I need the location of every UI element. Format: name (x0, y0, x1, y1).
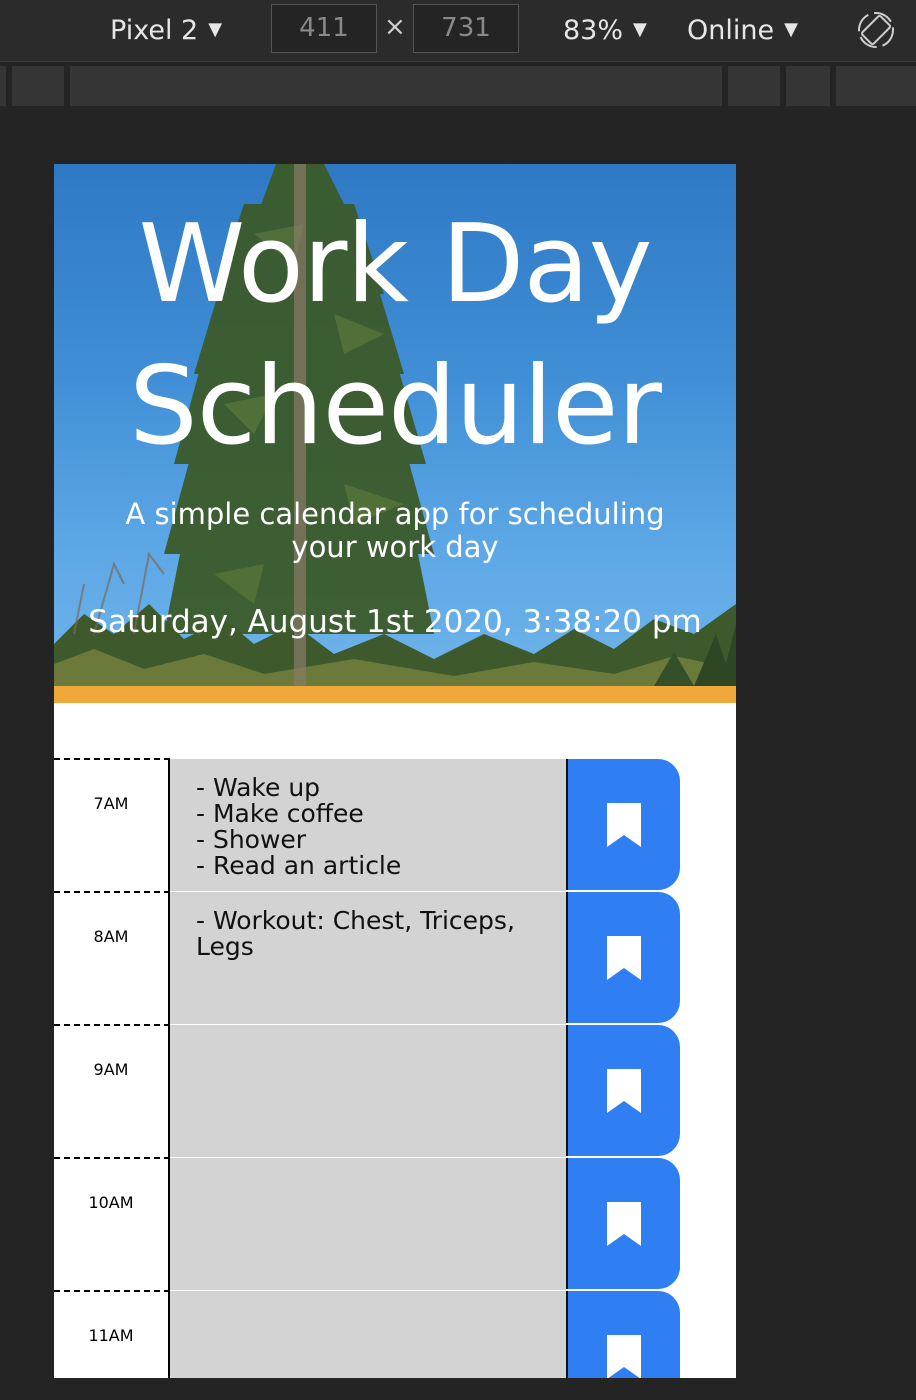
page-title-line-2: Scheduler (129, 344, 662, 469)
media-query-segment[interactable] (70, 66, 722, 106)
event-description-textarea[interactable] (170, 1157, 566, 1290)
hour-label: 9AM (54, 1024, 170, 1157)
bookmark-icon (607, 1334, 641, 1378)
chevron-down-icon: ▼ (784, 19, 798, 40)
jumbotron-header: Work Day Scheduler A simple calendar app… (54, 164, 736, 686)
media-query-segment[interactable] (0, 66, 6, 106)
hour-label: 8AM (54, 891, 170, 1024)
zoom-value: 83% (563, 15, 624, 46)
chevron-down-icon: ▼ (633, 19, 647, 40)
bookmark-icon (607, 1201, 641, 1246)
bookmark-icon (607, 802, 641, 847)
height-input[interactable]: 731 (413, 4, 519, 53)
event-description-textarea[interactable] (170, 1024, 566, 1157)
hour-label: 10AM (54, 1157, 170, 1290)
header-bottom-border (54, 686, 736, 703)
time-block-row: 10AM (54, 1157, 736, 1290)
media-query-segment[interactable] (728, 66, 780, 106)
time-block-row: 11AM (54, 1290, 736, 1378)
device-select[interactable]: Pixel 2 ▼ (110, 13, 222, 48)
time-block-row: 8AM - Workout: Chest, Triceps, Legs (54, 891, 736, 1024)
page-title: Work Day Scheduler (54, 194, 736, 478)
network-throttle-select[interactable]: Online ▼ (687, 13, 798, 48)
devtools-device-toolbar: Pixel 2 ▼ 411 × 731 83% ▼ Online ▼ (0, 0, 916, 62)
lead-text: A simple calendar app for scheduling you… (125, 497, 665, 564)
save-button[interactable] (566, 1025, 680, 1156)
bookmark-icon (607, 935, 641, 980)
width-input[interactable]: 411 (271, 4, 377, 53)
media-query-segment[interactable] (836, 66, 916, 106)
page-title-line-1: Work Day (138, 202, 652, 327)
hour-label: 7AM (54, 758, 170, 891)
hour-label: 11AM (54, 1290, 170, 1378)
schedule-container: 7AM - Wake up - Make coffee - Shower - R… (54, 758, 736, 1378)
chevron-down-icon: ▼ (208, 19, 223, 40)
event-description-textarea[interactable]: - Workout: Chest, Triceps, Legs (170, 891, 566, 1024)
event-description-textarea[interactable]: - Wake up - Make coffee - Shower - Read … (170, 758, 566, 891)
media-query-bar (0, 66, 916, 106)
save-button[interactable] (566, 1291, 680, 1378)
rotate-icon[interactable] (856, 10, 896, 50)
header-content: Work Day Scheduler A simple calendar app… (54, 164, 736, 671)
time-block-row: 7AM - Wake up - Make coffee - Shower - R… (54, 758, 736, 891)
save-button[interactable] (566, 892, 680, 1023)
media-query-segment[interactable] (786, 66, 830, 106)
media-query-segment[interactable] (12, 66, 64, 106)
zoom-select[interactable]: 83% ▼ (563, 13, 647, 48)
bookmark-icon (607, 1068, 641, 1113)
current-day: Saturday, August 1st 2020, 3:38:20 pm (88, 604, 702, 640)
network-value: Online (687, 15, 775, 46)
event-description-textarea[interactable] (170, 1290, 566, 1378)
save-button[interactable] (566, 1158, 680, 1289)
device-name: Pixel 2 (110, 15, 199, 46)
time-block-row: 9AM (54, 1024, 736, 1157)
dimension-separator: × (384, 12, 406, 42)
save-button[interactable] (566, 759, 680, 890)
device-viewport: Work Day Scheduler A simple calendar app… (54, 164, 736, 1378)
